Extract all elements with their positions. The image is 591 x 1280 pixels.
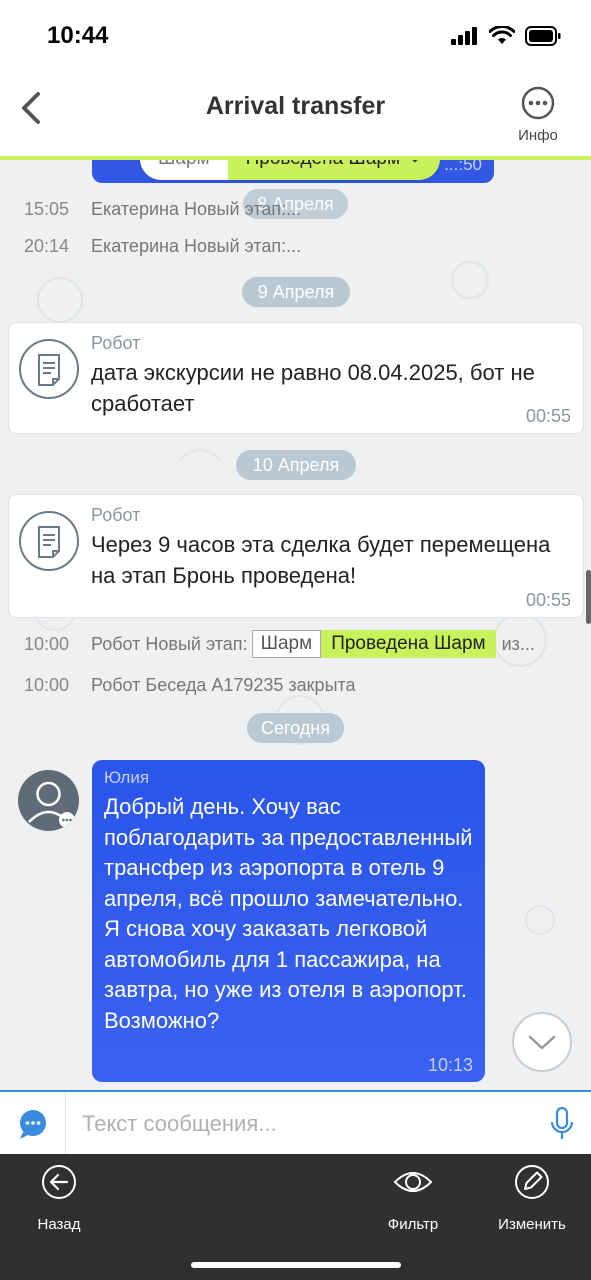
message-text: дата экскурсии не равно 08.04.2025, бот … (91, 360, 535, 416)
info-label: Инфо (518, 127, 558, 144)
message-author: Робот (91, 505, 141, 525)
message-text: Через 9 часов эта сделка будет перемещен… (91, 532, 551, 588)
tab-edit[interactable]: Изменить (490, 1162, 574, 1233)
event-suffix: из... (501, 633, 535, 654)
stage-to[interactable]: Проведена Шарм (227, 160, 441, 180)
status-bar: 10:44 (0, 0, 591, 78)
system-event-stage-change: 10:00 Робот Новый этап: Шарм Проведена Ша… (24, 630, 535, 658)
previous-message-time: ...:50 (444, 160, 482, 174)
more-dots-icon (521, 86, 555, 120)
stage-from: Шарм (140, 160, 228, 180)
chevron-down-icon (412, 160, 418, 163)
system-event: 20:14 Екатерина Новый этап:... (24, 236, 301, 257)
robot-message-card: Робот дата экскурсии не равно 08.04.2025… (8, 322, 584, 434)
chevron-down-icon (528, 1035, 556, 1050)
tab-edit-label: Изменить (498, 1216, 566, 1233)
date-separator: Сегодня (247, 713, 344, 743)
event-time: 10:00 (24, 633, 70, 654)
back-arrow-icon (42, 1165, 76, 1199)
system-event: 15:05 Екатерина Новый этап:... (24, 199, 301, 220)
status-icons (451, 26, 561, 46)
message-composer: Текст сообщения... (0, 1090, 591, 1156)
stage-to-label: Проведена Шарм (246, 160, 400, 170)
tab-filter-label: Фильтр (387, 1216, 439, 1233)
cellular-signal-icon (451, 27, 477, 45)
scroll-down-button[interactable] (512, 1012, 572, 1072)
event-time: 20:14 (24, 236, 70, 256)
message-time: 10:13 (427, 1055, 473, 1075)
pencil-icon (515, 1165, 549, 1199)
stage-chip-to: Проведена Шарм (321, 630, 496, 658)
avatar[interactable] (18, 770, 79, 831)
tab-back[interactable]: Назад (24, 1162, 94, 1233)
user-silhouette-icon (18, 770, 79, 831)
robot-message-card: Робот Через 9 часов эта сделка будет пер… (8, 494, 584, 618)
info-button[interactable]: Инфо (515, 86, 561, 144)
tab-filter[interactable]: Фильтр (376, 1162, 450, 1233)
bottom-tab-bar: Назад Фильтр Изменить (0, 1154, 591, 1280)
client-message-bubble[interactable]: Юлия Добрый день. Хочу вас поблагодарить… (92, 760, 485, 1082)
page-title: Arrival transfer (205, 92, 386, 120)
message-author: Робот (91, 333, 141, 353)
stage-selector[interactable]: Шарм Проведена Шарм (140, 160, 441, 180)
event-text: Робот Беседа А179235 закрыта (91, 675, 356, 695)
stage-chip-from: Шарм (251, 630, 322, 658)
chat-channel-button[interactable] (0, 1092, 66, 1156)
navigation-bar: Arrival transfer Инфо (0, 78, 591, 158)
event-text: Робот Новый этап: (91, 633, 248, 654)
message-time: 00:55 (525, 590, 571, 610)
event-time: 15:05 (24, 199, 70, 219)
chat-scrollbar[interactable] (586, 570, 591, 624)
eye-icon (393, 1172, 433, 1192)
event-time: 10:00 (24, 675, 70, 695)
document-icon (19, 511, 79, 571)
wifi-icon (489, 26, 515, 44)
battery-icon (525, 26, 561, 46)
chat-bubble-icon (20, 1110, 46, 1139)
message-text: Добрый день. Хочу вас поблагодарить за п… (104, 794, 473, 1033)
status-time: 10:44 (47, 22, 109, 49)
date-separator: 10 Апреля (236, 450, 356, 480)
system-event: 10:00 Робот Беседа А179235 закрыта (24, 675, 356, 696)
date-separator: 9 Апреля (242, 277, 350, 307)
message-author: Юлия (104, 768, 150, 787)
event-text: Екатерина Новый этап:... (91, 199, 302, 219)
home-indicator (191, 1262, 401, 1268)
chat-feed[interactable]: ...:50 Шарм Проведена Шарм 8 Апреля 15:0… (0, 160, 591, 1090)
tab-back-label: Назад (37, 1216, 81, 1233)
microphone-icon[interactable] (547, 1106, 577, 1142)
message-input[interactable]: Текст сообщения... (82, 1111, 277, 1137)
message-time: 00:55 (525, 406, 571, 426)
event-text: Екатерина Новый этап:... (91, 236, 302, 256)
document-icon (19, 339, 79, 399)
